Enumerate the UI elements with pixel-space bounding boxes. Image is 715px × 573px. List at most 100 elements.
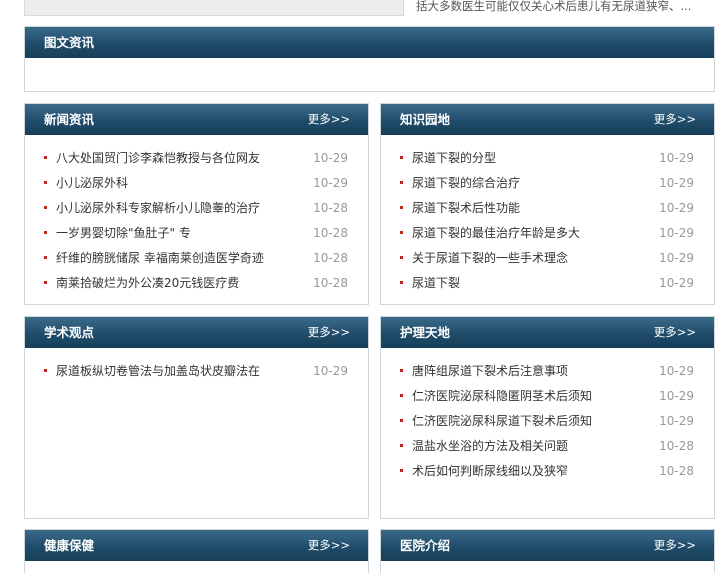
- bullet-icon: [44, 181, 47, 184]
- news-list: 八大处国贸门诊李森恺教授与各位网友 10-29 小儿泌尿外科 10-29 小儿泌尿外…: [25, 135, 368, 298]
- article-date: 10-29: [313, 151, 348, 165]
- bullet-icon: [400, 206, 403, 209]
- list-item: 小儿泌尿外科专家解析小儿隐睾的治疗 10-28: [25, 198, 368, 223]
- panel-title: 护理天地: [400, 325, 451, 340]
- panel-title: 图文资讯: [44, 35, 95, 50]
- list-item: 尿道下裂 10-29: [381, 273, 714, 298]
- bullet-icon: [44, 281, 47, 284]
- panel-header: 健康保健 更多>>: [25, 530, 368, 561]
- news-panel: 新闻资讯 更多>> 八大处国贸门诊李森恺教授与各位网友 10-29 小儿泌尿外科 1…: [24, 103, 369, 305]
- more-link[interactable]: 更多>>: [308, 317, 350, 348]
- list-item: 八大处国贸门诊李森恺教授与各位网友 10-29: [25, 148, 368, 173]
- article-date: 10-29: [659, 389, 694, 403]
- more-link[interactable]: 更多>>: [308, 104, 350, 135]
- panel-header: 知识园地 更多>>: [381, 104, 714, 135]
- panel-title: 知识园地: [400, 112, 451, 127]
- bullet-icon: [44, 206, 47, 209]
- article-link[interactable]: 尿道下裂的综合治疗: [412, 173, 520, 193]
- article-date: 10-29: [659, 176, 694, 190]
- top-image-box: [24, 0, 404, 16]
- article-link[interactable]: 温盐水坐浴的方法及相关问题: [412, 436, 568, 456]
- panel-title: 新闻资讯: [44, 112, 95, 127]
- article-link[interactable]: 尿道下裂的最佳治疗年龄是多大: [412, 223, 580, 243]
- list-item: 小儿泌尿外科 10-29: [25, 173, 368, 198]
- article-link[interactable]: 尿道下裂术后性功能: [412, 198, 520, 218]
- list-item: 尿道下裂的综合治疗 10-29: [381, 173, 714, 198]
- more-link[interactable]: 更多>>: [654, 317, 696, 348]
- article-link[interactable]: 南莱拾破烂为外公凑20元钱医疗费: [56, 273, 239, 293]
- panel-title: 医院介绍: [400, 538, 451, 553]
- panel-title: 健康保健: [44, 538, 95, 553]
- article-date: 10-29: [659, 226, 694, 240]
- article-link[interactable]: 纤维的膀胱储尿 幸福南莱创造医学奇迹: [56, 248, 264, 268]
- knowledge-list: 尿道下裂的分型 10-29 尿道下裂的综合治疗 10-29 尿道下裂术后性功能 10-…: [381, 135, 714, 298]
- bullet-icon: [44, 156, 47, 159]
- bullet-icon: [44, 369, 47, 372]
- article-link[interactable]: 八大处国贸门诊李森恺教授与各位网友: [56, 148, 260, 168]
- bullet-icon: [400, 444, 403, 447]
- knowledge-panel: 知识园地 更多>> 尿道下裂的分型 10-29 尿道下裂的综合治疗 10-29 尿道…: [380, 103, 715, 305]
- more-link[interactable]: 更多>>: [654, 530, 696, 561]
- article-link[interactable]: 小儿泌尿外科专家解析小儿隐睾的治疗: [56, 198, 260, 218]
- panel-header: 新闻资讯 更多>>: [25, 104, 368, 135]
- bullet-icon: [44, 231, 47, 234]
- panel-header: 护理天地 更多>>: [381, 317, 714, 348]
- academic-list: 尿道板纵切卷管法与加盖岛状皮瓣法在 10-29: [25, 348, 368, 386]
- bullet-icon: [44, 256, 47, 259]
- article-link[interactable]: 唐阵组尿道下裂术后注意事项: [412, 361, 568, 381]
- top-article-snippet[interactable]: 括大多数医生可能仅仅关心术后患儿有无尿道狭窄、...: [416, 0, 715, 14]
- article-date: 10-28: [659, 439, 694, 453]
- article-date: 10-29: [659, 364, 694, 378]
- article-date: 10-28: [313, 276, 348, 290]
- list-item: 仁济医院泌尿科尿道下裂术后须知 10-29: [381, 411, 714, 436]
- article-date: 10-29: [313, 364, 348, 378]
- article-date: 10-28: [659, 464, 694, 478]
- article-link[interactable]: 仁济医院泌尿科尿道下裂术后须知: [412, 411, 592, 431]
- bullet-icon: [400, 156, 403, 159]
- article-link[interactable]: 关于尿道下裂的一些手术理念: [412, 248, 568, 268]
- article-date: 10-28: [313, 226, 348, 240]
- list-item: 尿道下裂的分型 10-29: [381, 148, 714, 173]
- article-link[interactable]: 术后如何判断尿线细以及狭窄: [412, 461, 568, 481]
- bullet-icon: [400, 281, 403, 284]
- bullet-icon: [400, 469, 403, 472]
- article-date: 10-29: [659, 201, 694, 215]
- list-item: 唐阵组尿道下裂术后注意事项 10-29: [381, 361, 714, 386]
- article-link[interactable]: 尿道板纵切卷管法与加盖岛状皮瓣法在: [56, 361, 260, 381]
- article-link[interactable]: 小儿泌尿外科: [56, 173, 128, 193]
- article-date: 10-28: [313, 251, 348, 265]
- panel-header: 学术观点 更多>>: [25, 317, 368, 348]
- article-date: 10-28: [313, 201, 348, 215]
- article-date: 10-29: [659, 151, 694, 165]
- list-item: 纤维的膀胱储尿 幸福南莱创造医学奇迹 10-28: [25, 248, 368, 273]
- article-link[interactable]: 尿道下裂: [412, 273, 460, 293]
- academic-panel: 学术观点 更多>> 尿道板纵切卷管法与加盖岛状皮瓣法在 10-29: [24, 316, 369, 519]
- panel-header: 医院介绍 更多>>: [381, 530, 714, 561]
- health-panel: 健康保健 更多>>: [24, 529, 369, 573]
- bullet-icon: [400, 394, 403, 397]
- hospital-panel: 医院介绍 更多>>: [380, 529, 715, 573]
- nursing-list: 唐阵组尿道下裂术后注意事项 10-29 仁济医院泌尿科隐匿阴茎术后须知 10-29 …: [381, 348, 714, 486]
- panel-title: 学术观点: [44, 325, 95, 340]
- article-link[interactable]: 尿道下裂的分型: [412, 148, 496, 168]
- photo-news-panel: 图文资讯: [24, 26, 715, 92]
- list-item: 尿道板纵切卷管法与加盖岛状皮瓣法在 10-29: [25, 361, 368, 386]
- article-date: 10-29: [659, 414, 694, 428]
- list-item: 尿道下裂的最佳治疗年龄是多大 10-29: [381, 223, 714, 248]
- list-item: 尿道下裂术后性功能 10-29: [381, 198, 714, 223]
- panel-header: 图文资讯: [25, 27, 714, 58]
- article-date: 10-29: [659, 251, 694, 265]
- more-link[interactable]: 更多>>: [654, 104, 696, 135]
- list-item: 关于尿道下裂的一些手术理念 10-29: [381, 248, 714, 273]
- article-date: 10-29: [313, 176, 348, 190]
- list-item: 温盐水坐浴的方法及相关问题 10-28: [381, 436, 714, 461]
- bullet-icon: [400, 256, 403, 259]
- bullet-icon: [400, 419, 403, 422]
- article-link[interactable]: 一岁男婴切除"鱼肚子" 专: [56, 223, 191, 243]
- article-date: 10-29: [659, 276, 694, 290]
- article-link[interactable]: 仁济医院泌尿科隐匿阴茎术后须知: [412, 386, 592, 406]
- bullet-icon: [400, 231, 403, 234]
- list-item: 南莱拾破烂为外公凑20元钱医疗费 10-28: [25, 273, 368, 298]
- more-link[interactable]: 更多>>: [308, 530, 350, 561]
- list-item: 术后如何判断尿线细以及狭窄 10-28: [381, 461, 714, 486]
